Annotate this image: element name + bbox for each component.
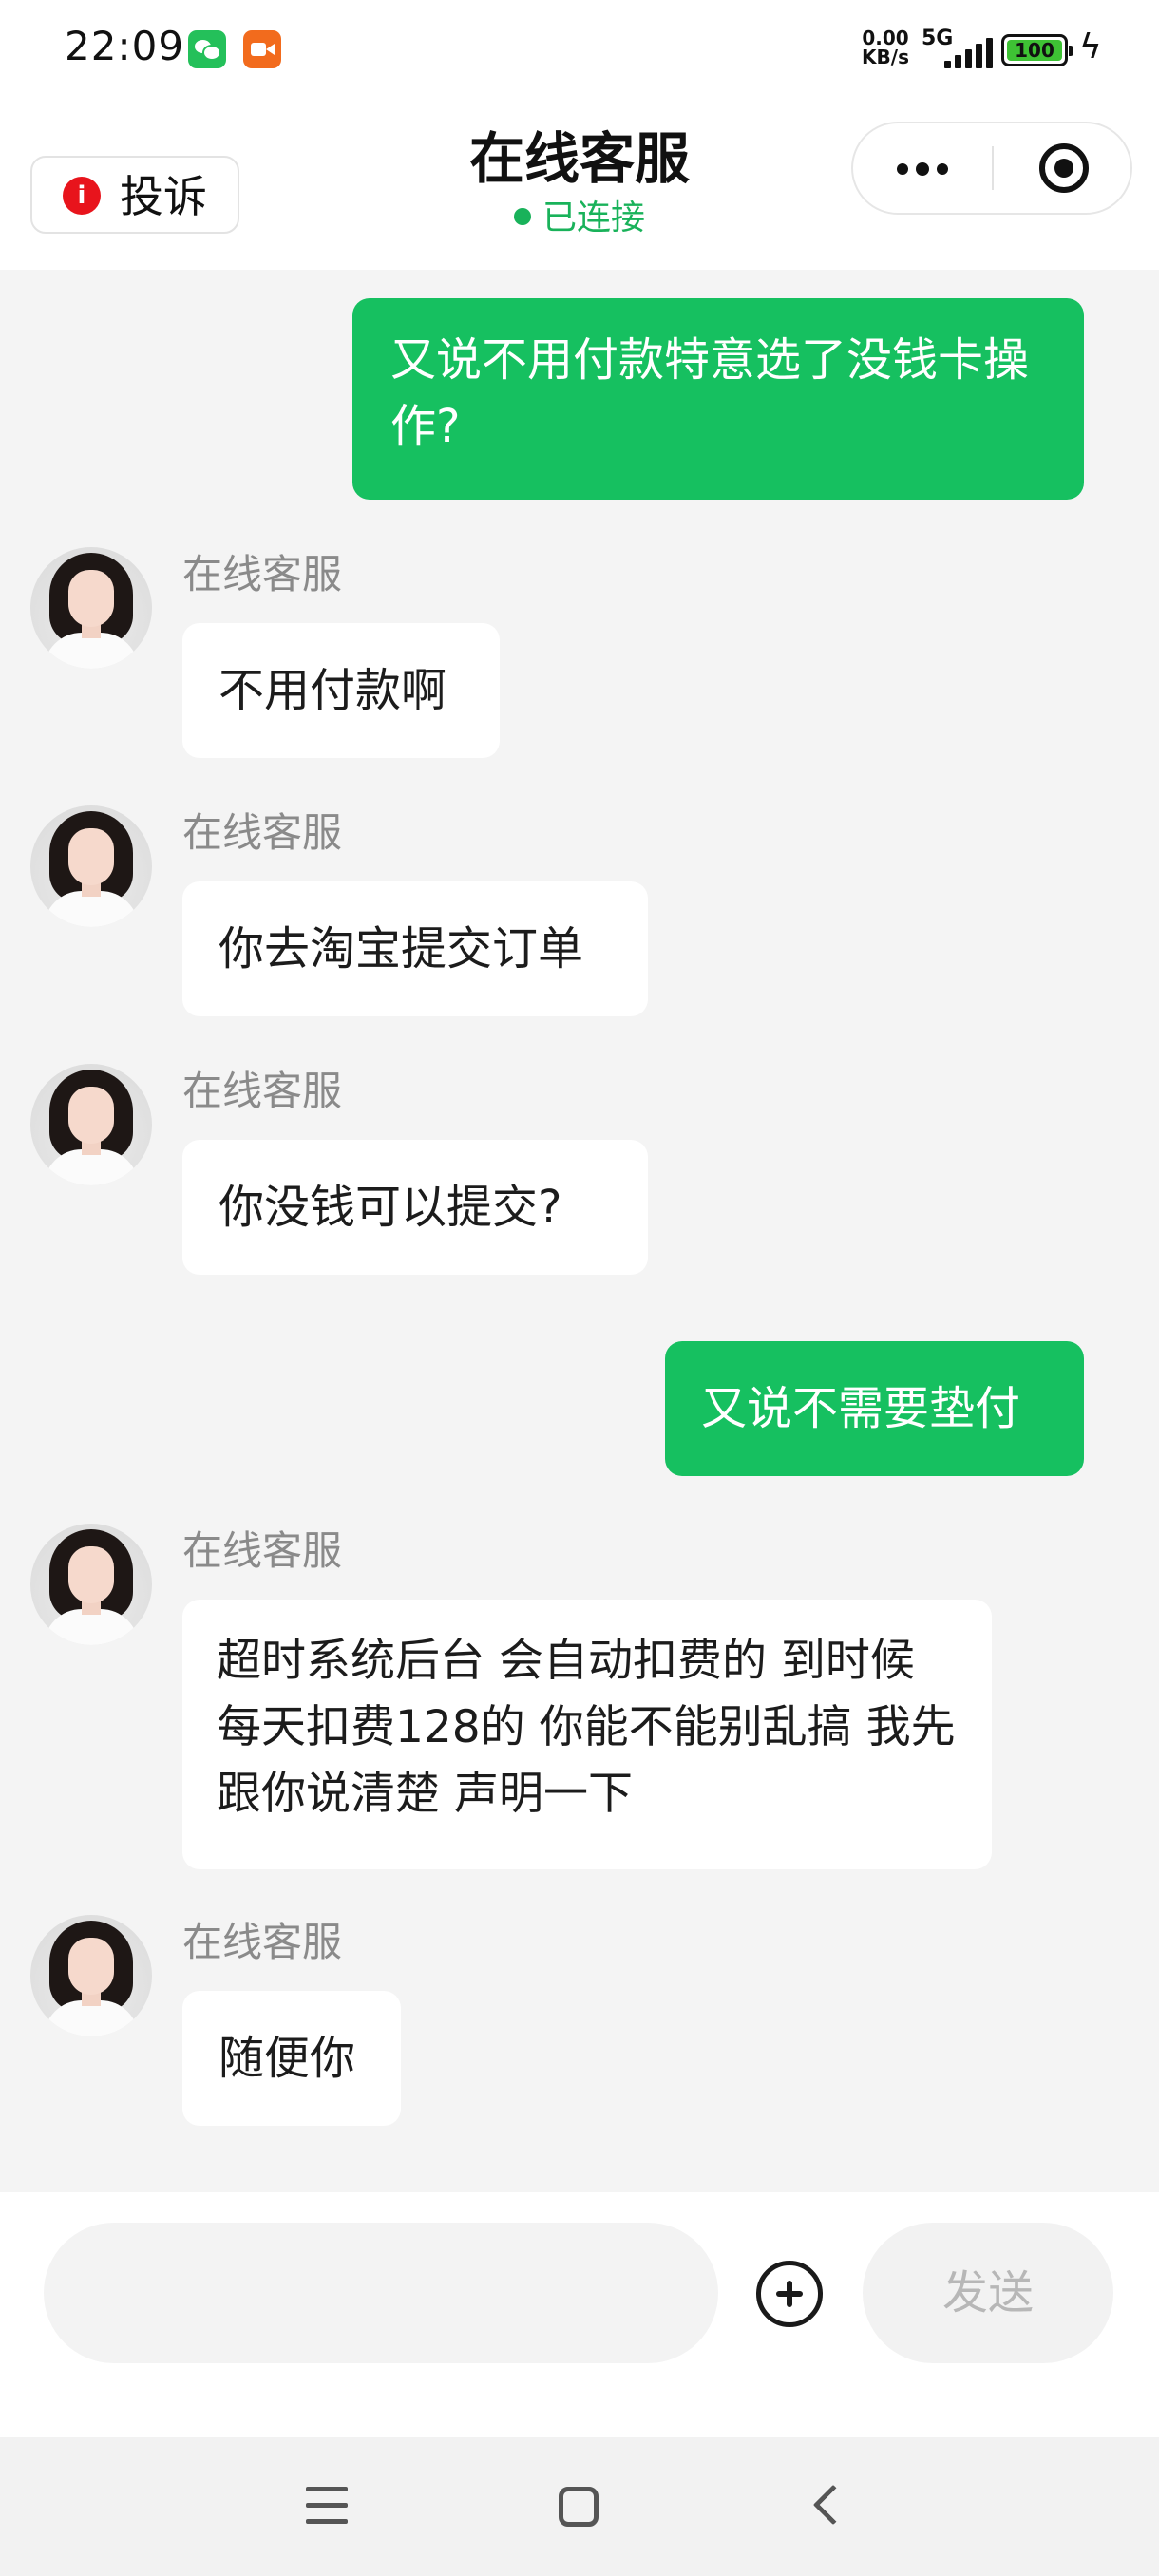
status-dot-icon [513,208,531,225]
agent-avatar[interactable] [30,1915,152,2036]
agent-avatar[interactable] [30,1064,152,1185]
sender-name: 在线客服 [182,551,343,597]
page-title: 在线客服 [468,126,690,191]
system-nav-bar [0,2437,1159,2576]
net-speed: 0.00 KB/s [857,28,914,66]
signal-icon [931,36,993,68]
wechat-icon [188,30,226,68]
input-bar: 发送 [0,2192,1159,2437]
miniprogram-capsule [851,122,1132,215]
chat-header: i 投诉 在线客服 已连接 [0,103,1159,270]
close-miniprogram-button[interactable] [994,123,1132,213]
incoming-message[interactable]: 超时系统后台 会自动扣费的 到时候每天扣费128的 你能不能别乱搞 我先跟你说清… [182,1600,992,1869]
send-button[interactable]: 发送 [863,2223,1113,2363]
sender-name: 在线客服 [182,1919,343,1965]
incoming-message[interactable]: 你没钱可以提交? [182,1140,648,1275]
video-recorder-icon [243,30,281,68]
more-dot-icon [937,163,948,175]
add-attachment-button[interactable] [756,2261,823,2327]
agent-avatar[interactable] [30,1524,152,1645]
status-time: 22:09 [65,23,185,69]
complaint-label: 投诉 [120,171,207,222]
message-input[interactable] [44,2223,718,2363]
incoming-message[interactable]: 不用付款啊 [182,623,500,758]
home-icon[interactable] [559,2487,598,2527]
alert-icon: i [63,177,101,215]
sender-name: 在线客服 [182,809,343,856]
connection-status-label: 已连接 [542,199,645,237]
agent-avatar[interactable] [30,805,152,927]
sender-name: 在线客服 [182,1527,343,1574]
agent-avatar[interactable] [30,547,152,669]
more-button[interactable] [853,123,992,213]
incoming-message[interactable]: 随便你 [182,1991,401,2126]
battery-level: 100 [1007,40,1062,61]
outgoing-message[interactable]: 又说不用付款特意选了没钱卡操作? [352,298,1084,500]
net-speed-unit: KB/s [862,46,909,68]
menu-icon[interactable] [306,2487,348,2525]
charging-icon: ϟ [1079,28,1102,66]
back-icon[interactable] [812,2484,854,2526]
more-dot-icon [897,163,908,175]
outgoing-message[interactable]: 又说不需要垫付 [665,1341,1084,1476]
incoming-message[interactable]: 你去淘宝提交订单 [182,881,648,1016]
complaint-button[interactable]: i 投诉 [30,156,239,234]
net-speed-value: 0.00 [862,27,909,49]
connection-status: 已连接 [390,198,770,239]
sender-name: 在线客服 [182,1068,343,1114]
status-bar: 22:09 0.00 KB/s 5G 100 ϟ [0,0,1159,103]
battery-icon: 100 [1001,34,1074,66]
more-dot-icon [916,162,929,176]
